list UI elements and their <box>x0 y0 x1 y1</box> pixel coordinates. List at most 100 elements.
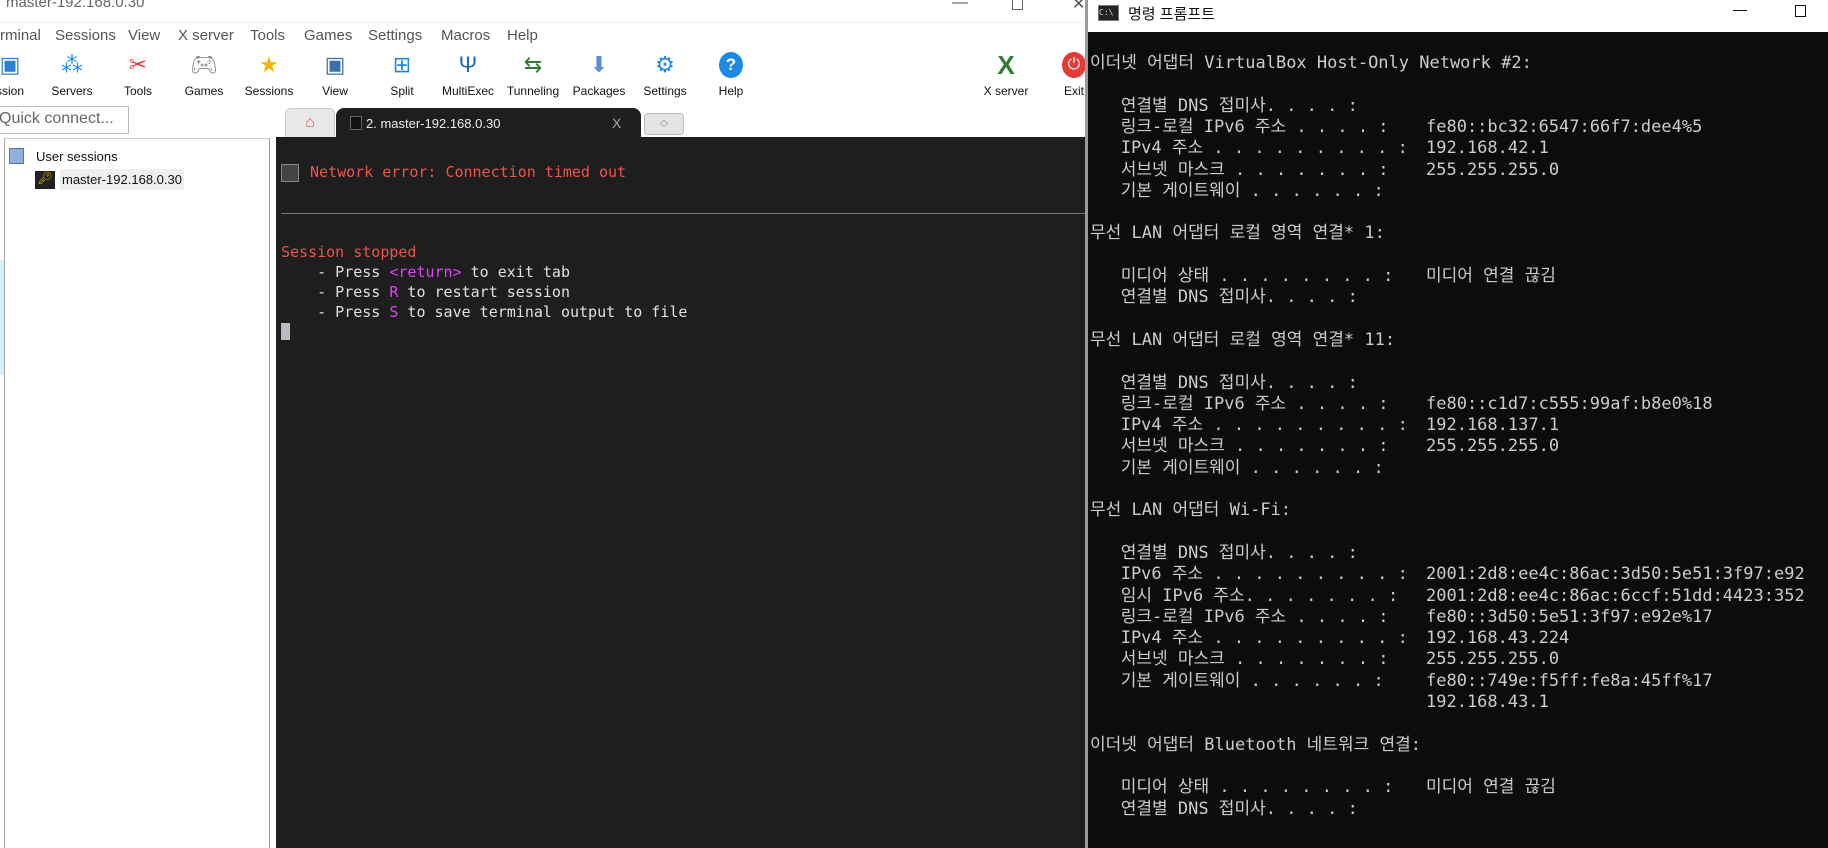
cmd-line-label: 기본 게이트웨이 . . . . . . : <box>1090 457 1384 478</box>
cmd-line: 임시 IPv6 주소. . . . . . . : 2001:2d8:ee4c:8… <box>1090 586 1805 606</box>
cmd-line-label: 미디어 상태 . . . . . . . . : <box>1090 777 1394 798</box>
cmd-line: 이더넷 어댑터 VirtualBox Host-Only Network #2: <box>1090 53 1532 73</box>
toolbar-packages-button[interactable]: ⬇ Packages <box>568 48 630 98</box>
cmd-title-bar: C:\ 명령 프롬프트 <box>1088 0 1828 32</box>
cmd-line-label: 연결별 DNS 접미사. . . . : <box>1090 372 1358 393</box>
toolbar-exit-button[interactable]: ⏻ Exit <box>1043 48 1085 98</box>
tree-session-item[interactable]: 🔑︎ master-192.168.0.30 <box>35 168 184 191</box>
menu-tools[interactable]: Tools <box>250 27 285 44</box>
cmd-line-label: 서브넷 마스크 . . . . . . . : <box>1090 649 1389 670</box>
plus-icon: ◇ <box>660 118 668 129</box>
cmd-line: IPv4 주소 . . . . . . . . . : 192.168.43.22… <box>1090 628 1570 649</box>
hint-exit: - Press <return> to exit tab <box>281 263 570 281</box>
menu-sessions[interactable]: Sessions <box>55 27 116 44</box>
cmd-line-label: 연결별 DNS 접미사. . . . : <box>1090 798 1358 819</box>
cmd-line: 링크-로컬 IPv6 주소 . . . . : fe80::c1d7:c555:9… <box>1090 394 1713 414</box>
minimize-button[interactable] <box>1733 10 1747 11</box>
star-icon: ★ <box>259 52 279 77</box>
cursor <box>281 323 290 340</box>
toolbar-view-button[interactable]: ▣ View <box>304 48 366 98</box>
close-button[interactable]: ✕ <box>1072 0 1085 14</box>
cmd-icon: C:\ <box>1098 5 1119 21</box>
packages-icon: ⬇ <box>589 52 609 77</box>
cmd-line-value: 255.255.255.0 <box>1426 649 1560 670</box>
cmd-line-label: 링크-로컬 IPv6 주소 . . . . : <box>1090 606 1389 627</box>
maximize-button[interactable] <box>1795 5 1806 17</box>
cmd-line: 무선 LAN 어댑터 로컬 영역 연결* 1: <box>1090 223 1385 243</box>
cmd-line-label: 무선 LAN 어댑터 로컬 영역 연결* 1: <box>1090 223 1385 244</box>
cmd-line-value: fe80::bc32:6547:66f7:dee4%5 <box>1426 116 1703 137</box>
cmd-line: 무선 LAN 어댑터 Wi-Fi: <box>1090 500 1291 520</box>
quick-connect-input[interactable]: Quick connect... <box>0 106 129 134</box>
session-stopped-text: Session stopped <box>281 243 417 261</box>
divider <box>0 22 1085 23</box>
menu-view[interactable]: View <box>128 27 160 44</box>
tab-session-active[interactable]: 2. master-192.168.0.30 X <box>336 108 641 138</box>
cmd-line-label: IPv4 주소 . . . . . . . . . : <box>1090 628 1408 649</box>
folder-user-icon <box>9 148 24 164</box>
toolbar-tools-button[interactable]: ✂ Tools <box>107 48 169 98</box>
toolbar-tunneling-button[interactable]: ⇆ Tunneling <box>502 48 564 98</box>
multiexec-icon: Ψ <box>458 52 478 77</box>
cmd-line: 서브넷 마스크 . . . . . . . : 255.255.255.0 <box>1090 160 1559 180</box>
cmd-line: 연결별 DNS 접미사. . . . : <box>1090 543 1358 563</box>
cmd-line-value: 255.255.255.0 <box>1426 159 1560 180</box>
toolbar-servers-button[interactable]: ⁂ Servers <box>41 48 103 98</box>
maximize-button[interactable] <box>1012 0 1023 10</box>
toolbar-help-button[interactable]: ? Help <box>700 48 762 98</box>
cmd-line: 연결별 DNS 접미사. . . . : <box>1090 96 1358 116</box>
cmd-line-label: 기본 게이트웨이 . . . . . . : <box>1090 180 1384 201</box>
hint-save: - Press S to save terminal output to fil… <box>281 303 688 321</box>
menu-help[interactable]: Help <box>507 27 538 44</box>
cmd-title: 명령 프롬프트 <box>1128 6 1215 23</box>
minimize-button[interactable]: — <box>952 0 968 12</box>
cmd-line: 미디어 상태 . . . . . . . . : 미디어 연결 끊김 <box>1090 777 1556 797</box>
cmd-line-label: 무선 LAN 어댑터 로컬 영역 연결* 11: <box>1090 329 1396 350</box>
toolbar-games-button[interactable]: 🎮︎ Games <box>173 48 235 98</box>
menu-games[interactable]: Games <box>304 27 352 44</box>
cmd-line: 미디어 상태 . . . . . . . . : 미디어 연결 끊김 <box>1090 266 1556 286</box>
terminal[interactable]: Network error: Connection timed out Sess… <box>276 137 1085 848</box>
network-error-text: Network error: Connection timed out <box>310 163 627 181</box>
window-title: master-192.168.0.30 <box>6 0 145 11</box>
cmd-line: IPv4 주소 . . . . . . . . . : 192.168.137.1 <box>1090 415 1559 435</box>
power-icon: ⏻ <box>1062 52 1085 78</box>
toolbar-session-button[interactable]: ▣ssion <box>0 48 41 98</box>
menu-terminal[interactable]: rminal <box>0 27 41 44</box>
toolbar-split-button[interactable]: ⊞ Split <box>371 48 433 98</box>
new-tab-button[interactable]: ◇ <box>644 113 684 135</box>
cmd-line: 무선 LAN 어댑터 로컬 영역 연결* 11: <box>1090 330 1395 350</box>
ssh-key-icon: 🔑︎ <box>35 170 55 189</box>
tree-user-sessions[interactable]: User sessions <box>9 148 118 164</box>
cmd-line: 이더넷 어댑터 Bluetooth 네트워크 연결: <box>1090 735 1421 755</box>
cmd-line-label: 링크-로컬 IPv6 주소 . . . . : <box>1090 393 1389 414</box>
cmd-line: IPv4 주소 . . . . . . . . . : 192.168.42.1 <box>1090 138 1549 158</box>
cmd-line-label: 이더넷 어댑터 Bluetooth 네트워크 연결: <box>1090 734 1421 755</box>
toolbar-settings-button[interactable]: ⚙ Settings <box>634 48 696 98</box>
cmd-line-label: IPv4 주소 . . . . . . . . . : <box>1090 415 1408 436</box>
toolbar-multiexec-button[interactable]: Ψ MultiExec <box>437 48 499 98</box>
cmd-line: 기본 게이트웨이 . . . . . . : <box>1090 458 1384 478</box>
cmd-line-value: 미디어 연결 끊김 <box>1426 777 1556 798</box>
tab-close-button[interactable]: X <box>612 115 621 131</box>
cmd-line: IPv6 주소 . . . . . . . . . : 2001:2d8:ee4c… <box>1090 564 1805 584</box>
sessions-sidebar: User sessions 🔑︎ master-192.168.0.30 <box>4 138 270 848</box>
x-server-icon: X <box>997 50 1015 80</box>
cmd-line-label: 서브넷 마스크 . . . . . . . : <box>1090 436 1389 457</box>
home-tab[interactable]: ⌂ <box>285 108 335 138</box>
error-icon <box>281 164 299 182</box>
menu-settings[interactable]: Settings <box>368 27 422 44</box>
cmd-line-value: 미디어 연결 끊김 <box>1426 266 1556 286</box>
games-icon: 🎮︎ <box>190 52 218 77</box>
menu-macros[interactable]: Macros <box>441 27 490 44</box>
cmd-line-label: IPv6 주소 . . . . . . . . . : <box>1090 564 1408 585</box>
mobaxterm-window: master-192.168.0.30 — ✕ rminal Sessions … <box>0 0 1085 848</box>
cmd-line: 연결별 DNS 접미사. . . . : <box>1090 373 1358 393</box>
hint-restart: - Press R to restart session <box>281 283 570 301</box>
ssh-key-icon <box>350 116 362 130</box>
toolbar-x-server-button[interactable]: XX server <box>975 48 1037 98</box>
menu-x-server[interactable]: X server <box>178 27 234 44</box>
cmd-line-label: 무선 LAN 어댑터 Wi-Fi: <box>1090 500 1292 521</box>
cmd-line-value: 192.168.137.1 <box>1426 415 1560 436</box>
toolbar-sessions-button[interactable]: ★ Sessions <box>238 48 300 98</box>
